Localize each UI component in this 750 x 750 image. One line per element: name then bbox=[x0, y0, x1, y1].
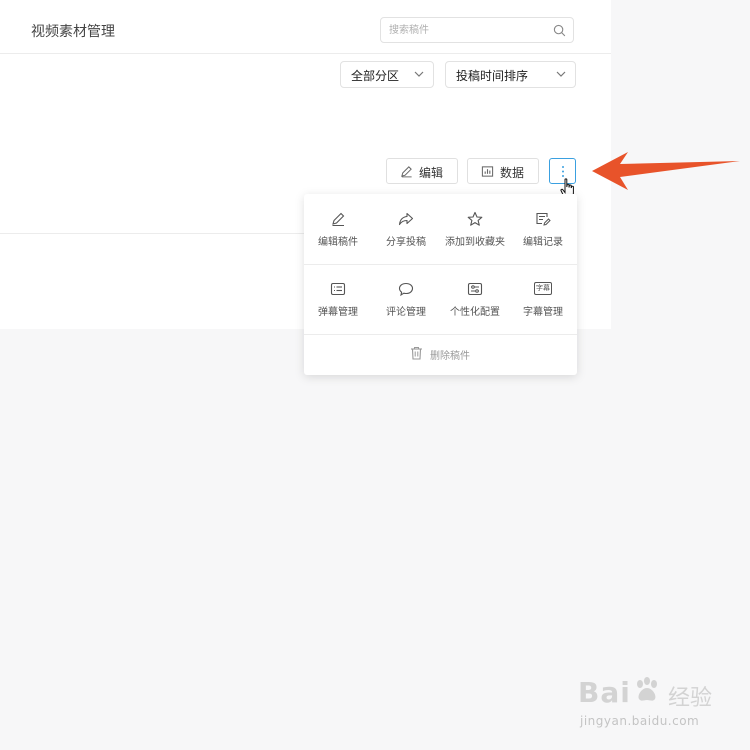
more-actions-menu: 编辑稿件 分享投稿 添加到收藏夹 编辑记录 弹幕管理 评论管理 个性化配置 字幕… bbox=[304, 194, 577, 375]
menu-item-edit-manuscript[interactable]: 编辑稿件 bbox=[304, 194, 372, 264]
search-input[interactable] bbox=[389, 23, 539, 37]
menu-item-label: 评论管理 bbox=[386, 307, 426, 318]
share-arrow-icon bbox=[398, 212, 414, 226]
data-button-label: 数据 bbox=[500, 166, 525, 180]
subtitle-icon: 字幕 bbox=[534, 282, 552, 295]
delete-label: 删除稿件 bbox=[430, 351, 470, 362]
menu-item-personalization[interactable]: 个性化配置 bbox=[441, 264, 509, 334]
baidu-paw-icon bbox=[637, 677, 657, 701]
watermark-logo-text: Bai bbox=[578, 676, 631, 709]
watermark-brand-text: 经验 bbox=[668, 686, 713, 711]
red-arrow-annotation bbox=[592, 152, 740, 190]
menu-item-comment-management[interactable]: 评论管理 bbox=[372, 264, 440, 334]
menu-item-label: 个性化配置 bbox=[450, 307, 500, 318]
menu-item-edit-history[interactable]: 编辑记录 bbox=[509, 194, 577, 264]
pencil-icon bbox=[401, 166, 412, 178]
menu-item-share[interactable]: 分享投稿 bbox=[372, 194, 440, 264]
menu-item-label: 编辑稿件 bbox=[318, 237, 358, 248]
menu-item-delete-manuscript[interactable]: 删除稿件 bbox=[304, 334, 577, 375]
subtitle-icon-text: 字幕 bbox=[536, 284, 550, 292]
danmaku-icon bbox=[330, 282, 346, 296]
header-divider bbox=[0, 53, 611, 54]
bar-chart-icon bbox=[481, 166, 494, 177]
menu-item-label: 添加到收藏夹 bbox=[445, 237, 505, 248]
data-button[interactable]: 数据 bbox=[467, 158, 539, 184]
menu-item-add-to-favorites[interactable]: 添加到收藏夹 bbox=[441, 194, 509, 264]
trash-icon bbox=[411, 347, 422, 360]
menu-item-subtitle-management[interactable]: 字幕 字幕管理 bbox=[509, 264, 577, 334]
menu-item-label: 字幕管理 bbox=[523, 307, 563, 318]
row-divider bbox=[0, 233, 304, 234]
watermark-url: jingyan.baidu.com bbox=[580, 714, 700, 728]
edit-button[interactable]: 编辑 bbox=[386, 158, 458, 184]
menu-item-label: 弹幕管理 bbox=[318, 307, 358, 318]
chevron-down-icon bbox=[414, 71, 424, 77]
menu-item-label: 编辑记录 bbox=[523, 237, 563, 248]
sort-select[interactable]: 投稿时间排序 bbox=[445, 61, 576, 88]
category-select-label: 全部分区 bbox=[351, 69, 400, 83]
star-icon bbox=[467, 211, 483, 226]
menu-row-1: 编辑稿件 分享投稿 添加到收藏夹 编辑记录 bbox=[304, 194, 577, 264]
page-title: 视频素材管理 bbox=[31, 24, 115, 40]
edit-record-icon bbox=[536, 212, 551, 226]
menu-row-2: 弹幕管理 评论管理 个性化配置 字幕 字幕管理 bbox=[304, 264, 577, 334]
sliders-icon bbox=[467, 282, 483, 296]
edit-button-label: 编辑 bbox=[419, 166, 444, 180]
more-vertical-icon bbox=[562, 166, 564, 177]
category-select[interactable]: 全部分区 bbox=[340, 61, 434, 88]
comment-icon bbox=[398, 282, 414, 297]
menu-item-danmaku-management[interactable]: 弹幕管理 bbox=[304, 264, 372, 334]
search-box[interactable] bbox=[380, 17, 574, 43]
chevron-down-icon bbox=[556, 71, 566, 77]
sort-select-label: 投稿时间排序 bbox=[456, 69, 529, 83]
search-icon[interactable] bbox=[553, 24, 566, 37]
menu-item-label: 分享投稿 bbox=[386, 237, 426, 248]
pencil-icon bbox=[332, 212, 345, 226]
